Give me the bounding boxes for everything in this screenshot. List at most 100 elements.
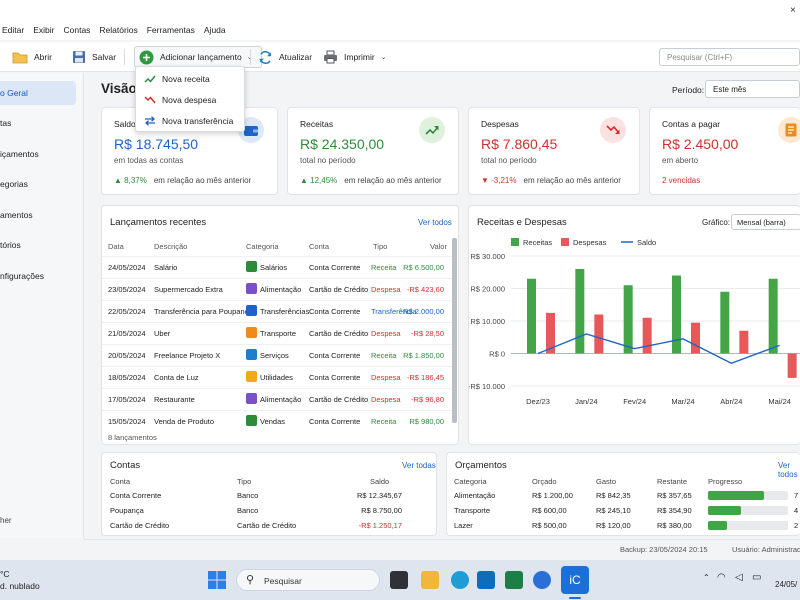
- menu-contas[interactable]: Contas: [63, 25, 90, 35]
- column-header: Data: [108, 242, 124, 251]
- table-row[interactable]: 17/05/2024 Restaurante Alimentação Cartão d…: [102, 388, 452, 410]
- menu-exibir[interactable]: Exibir: [33, 25, 54, 35]
- row-value: R$ 1.850,00: [403, 351, 444, 360]
- trend-up-icon: [419, 117, 445, 143]
- x-tick-label: Jan/24: [575, 397, 598, 406]
- period-select[interactable]: Este mês: [705, 80, 800, 98]
- table-scrollbar[interactable]: [452, 238, 457, 423]
- budget-category: Transporte: [454, 506, 490, 515]
- transaction-count: 8 lançamentos: [108, 433, 157, 442]
- search-input[interactable]: Pesquisar (Ctrl+F): [659, 48, 800, 66]
- sidebar-item-categories[interactable]: egorias: [0, 172, 76, 196]
- legend-label: Despesas: [573, 238, 607, 247]
- chevron-up-icon[interactable]: ⌃: [703, 573, 710, 582]
- bar-receitas: [672, 275, 681, 354]
- table-row[interactable]: 22/05/2024 Transferência para Poupança Tra…: [102, 300, 452, 322]
- table-row[interactable]: 21/05/2024 Uber Transporte Cartão de Crédit…: [102, 322, 452, 344]
- row-category: Alimentação: [260, 285, 302, 294]
- row-value: -R$ 96,80: [411, 395, 444, 404]
- excel-icon[interactable]: [505, 571, 523, 589]
- sidebar-item-settings[interactable]: nfigurações: [0, 264, 76, 288]
- y-tick-label: R$ 10.000: [470, 317, 505, 326]
- status-bar: Backup: 23/05/2024 20:15 Usuário: Admini…: [84, 539, 800, 557]
- bar-receitas: [575, 269, 585, 354]
- view-all-accounts-link[interactable]: Ver todas: [402, 461, 436, 470]
- row-type: Despesa: [371, 285, 401, 294]
- plus-circle-icon: [139, 50, 154, 64]
- open-button[interactable]: Abrir: [12, 49, 52, 65]
- finance-app-taskbar-icon[interactable]: iC: [561, 566, 589, 594]
- menu-editar[interactable]: Editar: [2, 25, 24, 35]
- menu-ajuda[interactable]: Ajuda: [204, 25, 226, 35]
- column-header: Progresso: [708, 477, 743, 486]
- menu-ferramentas[interactable]: Ferramentas: [147, 25, 195, 35]
- taskbar-search-label: Pesquisar: [264, 576, 302, 586]
- task-view-icon[interactable]: [390, 571, 408, 589]
- row-value: R$ 980,00: [409, 417, 444, 426]
- row-type: Receita: [371, 351, 397, 360]
- table-row[interactable]: 20/05/2024 Freelance Projeto X Serviços Con…: [102, 344, 452, 366]
- bar-receitas: [720, 291, 730, 354]
- outlook-icon[interactable]: [477, 571, 495, 589]
- sidebar-item-transactions[interactable]: içamentos: [0, 142, 76, 166]
- view-all-budgets-link[interactable]: Ver todos: [778, 461, 800, 479]
- chevron-down-icon: ⌄: [380, 54, 387, 61]
- chart-type-select[interactable]: Mensal (barra): [731, 214, 800, 230]
- row-category: Alimentação: [260, 395, 302, 404]
- kpi-trend: ▲ 8,37% em relação ao mês anterior: [114, 176, 252, 185]
- refresh-button[interactable]: Atualizar: [258, 49, 312, 65]
- kpi-sub: em todas as contas: [114, 156, 184, 165]
- clock[interactable]: 24/05/: [775, 580, 797, 589]
- row-value: -R$ 423,60: [406, 285, 444, 294]
- menu-item-new-expense[interactable]: Nova despesa: [144, 92, 216, 108]
- store-icon[interactable]: [533, 571, 551, 589]
- row-date: 23/05/2024: [108, 285, 146, 294]
- view-all-transactions-link[interactable]: Ver todos: [418, 218, 452, 227]
- account-type: Banco: [237, 491, 259, 500]
- menu-item-new-transfer[interactable]: Nova transferência: [144, 113, 233, 129]
- sidebar-item-budgets[interactable]: amentos: [0, 203, 76, 227]
- weather-temp: °C: [0, 569, 10, 579]
- transfer-icon: [145, 116, 155, 126]
- save-button[interactable]: Salvar: [72, 49, 116, 65]
- add-transaction-menu: Nova receita Nova despesa Nova transferê…: [135, 66, 245, 132]
- row-account: Conta Corrente: [309, 351, 361, 360]
- x-tick-label: Abr/24: [720, 397, 742, 406]
- sidebar-item-reports[interactable]: tórios: [0, 233, 76, 257]
- document-icon: [778, 117, 800, 143]
- menu-item-new-income[interactable]: Nova receita: [144, 71, 210, 87]
- budget-remaining: R$ 380,00: [657, 521, 692, 530]
- account-type: Cartão de Crédito: [237, 521, 297, 530]
- progress-percent: 4: [794, 506, 799, 515]
- weather-widget[interactable]: °C d. nublado: [0, 568, 40, 592]
- table-row[interactable]: 24/05/2024 Salário Salários Conta Corrente R…: [102, 256, 452, 278]
- toolbar: Abrir Salvar Adicionar lançamento ⌄ Atua…: [0, 42, 800, 72]
- add-transaction-button[interactable]: Adicionar lançamento ⌄: [134, 46, 262, 68]
- row-value: -R$ 2.000,00: [400, 307, 444, 316]
- taskbar-search[interactable]: ⚲ Pesquisar: [236, 569, 380, 591]
- sidebar-item-overview[interactable]: o Geral: [0, 81, 76, 105]
- row-category: Transporte: [260, 329, 296, 338]
- bar-despesas: [739, 330, 749, 354]
- table-row[interactable]: 18/05/2024 Conta de Luz Utilidades Conta Co…: [102, 366, 452, 388]
- kpi-card-payables: Contas a pagar R$ 2.450,00 em aberto 2 v…: [649, 107, 800, 195]
- row-type: Despesa: [371, 329, 401, 338]
- taskbar: °C d. nublado ⚲ Pesquisar iC ⌃ ◠ ◁ ▭ 24/…: [0, 560, 800, 600]
- menu-relatorios[interactable]: Relatórios: [99, 25, 137, 35]
- print-button[interactable]: Imprimir ⌄: [323, 49, 387, 65]
- battery-icon[interactable]: ▭: [752, 572, 761, 583]
- row-type: Receita: [371, 417, 397, 426]
- table-row[interactable]: 15/05/2024 Venda de Produto Vendas Conta Co…: [102, 410, 452, 432]
- table-row[interactable]: 23/05/2024 Supermercado Extra Alimentação C…: [102, 278, 452, 300]
- panel-title: Orçamentos: [455, 460, 507, 471]
- sidebar: o Geral tas içamentos egorias amentos tó…: [0, 73, 84, 538]
- wifi-icon[interactable]: ◠: [717, 572, 726, 583]
- start-button[interactable]: [208, 571, 226, 589]
- edge-icon[interactable]: [451, 571, 469, 589]
- volume-icon[interactable]: ◁: [735, 572, 743, 583]
- progress-bar: [708, 521, 788, 530]
- sidebar-item-accounts[interactable]: tas: [0, 111, 76, 135]
- close-icon[interactable]: ×: [790, 5, 796, 16]
- bar-receitas: [623, 285, 633, 354]
- file-explorer-icon[interactable]: [421, 571, 439, 589]
